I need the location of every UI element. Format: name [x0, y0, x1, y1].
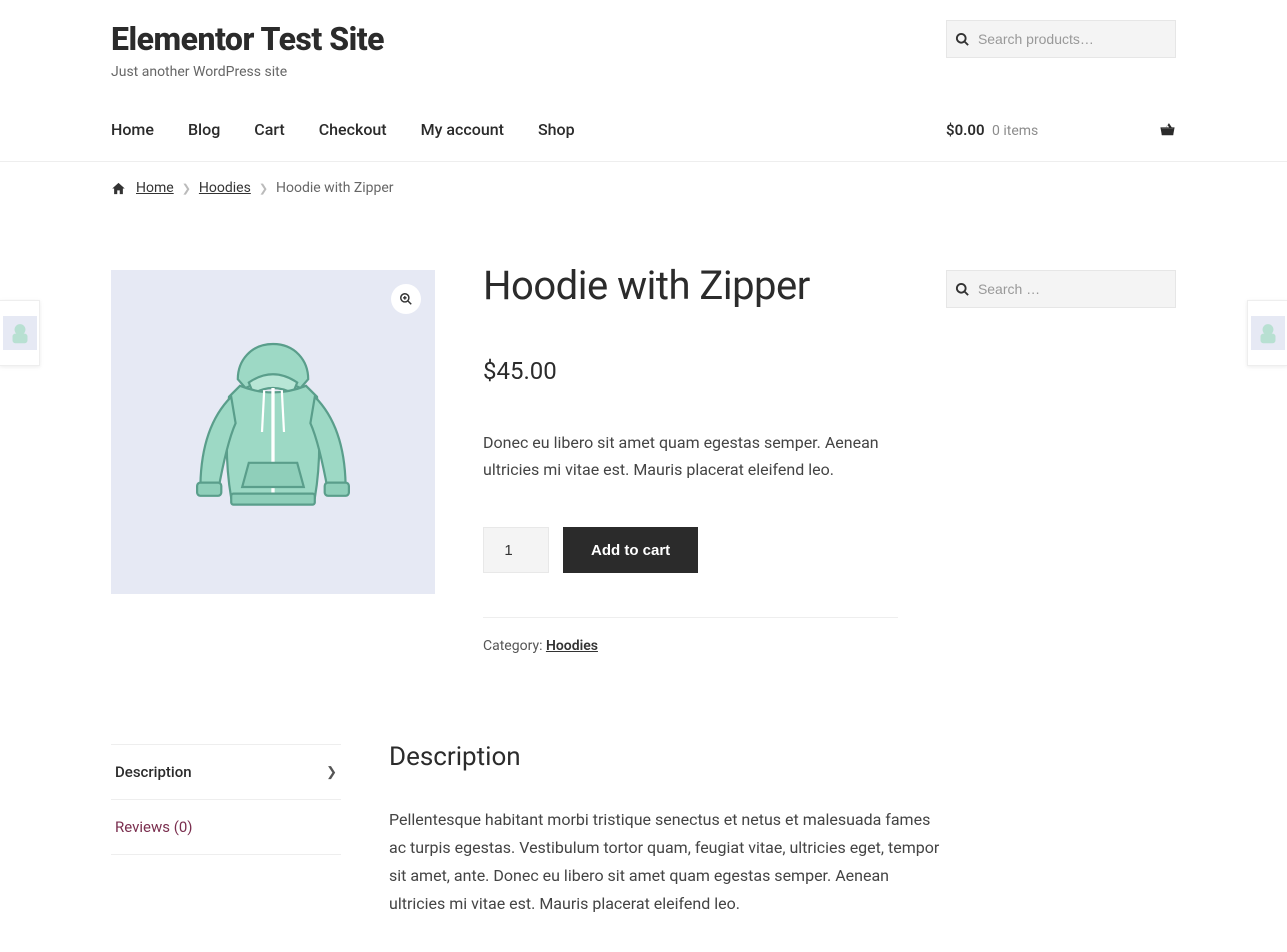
product-title: Hoodie with Zipper [483, 262, 898, 309]
cart-amount: $0.00 [946, 121, 985, 139]
quantity-input[interactable] [483, 527, 549, 573]
chevron-right-icon: ❯ [326, 765, 337, 780]
search-icon [947, 32, 978, 47]
breadcrumb: Home ❯ Hoodies ❯ Hoodie with Zipper [111, 162, 1176, 210]
tab-reviews[interactable]: Reviews (0) [111, 799, 341, 855]
nav-blog[interactable]: Blog [188, 120, 220, 139]
header-cart-link[interactable]: $0.00 0 items [946, 121, 1176, 139]
add-to-cart-button[interactable]: Add to cart [563, 527, 698, 573]
product-meta: Category: Hoodies [483, 617, 898, 654]
nav-cart[interactable]: Cart [254, 120, 284, 139]
next-product-thumb[interactable] [1247, 300, 1287, 366]
search-icon [947, 282, 978, 297]
product-price: $45.00 [483, 357, 898, 385]
sidebar-search-input[interactable] [978, 271, 1175, 307]
zoom-icon[interactable] [391, 284, 421, 314]
product-search[interactable] [946, 20, 1176, 58]
prev-product-thumb[interactable] [0, 300, 40, 366]
product-search-input[interactable] [978, 21, 1175, 57]
tab-content-body: Pellentesque habitant morbi tristique se… [389, 806, 949, 918]
basket-icon [1159, 121, 1176, 138]
tab-reviews-label: Reviews (0) [115, 818, 193, 836]
nav-my-account[interactable]: My account [421, 120, 504, 139]
nav-home[interactable]: Home [111, 120, 154, 139]
category-link[interactable]: Hoodies [546, 638, 598, 654]
tab-content-heading: Description [389, 742, 1041, 772]
product-short-description: Donec eu libero sit amet quam egestas se… [483, 429, 883, 483]
breadcrumb-current: Hoodie with Zipper [276, 180, 394, 196]
nav-checkout[interactable]: Checkout [319, 120, 387, 139]
breadcrumb-category[interactable]: Hoodies [199, 180, 251, 196]
tab-description-label: Description [115, 763, 192, 781]
primary-nav: Home Blog Cart Checkout My account Shop [111, 120, 575, 139]
tab-description[interactable]: Description ❯ [111, 744, 341, 799]
chevron-right-icon: ❯ [259, 182, 268, 195]
home-icon [111, 181, 126, 196]
site-tagline: Just another WordPress site [111, 64, 384, 80]
site-title[interactable]: Elementor Test Site [111, 20, 384, 58]
sidebar-search[interactable] [946, 270, 1176, 308]
cart-count: 0 items [992, 123, 1038, 139]
category-label: Category: [483, 638, 546, 654]
nav-shop[interactable]: Shop [538, 120, 575, 139]
breadcrumb-home[interactable]: Home [136, 180, 174, 196]
hoodie-illustration [163, 322, 383, 542]
chevron-right-icon: ❯ [182, 182, 191, 195]
add-to-cart-form: Add to cart [483, 527, 898, 573]
product-tabs: Description ❯ Reviews (0) [111, 744, 341, 918]
product-image[interactable] [111, 270, 435, 594]
